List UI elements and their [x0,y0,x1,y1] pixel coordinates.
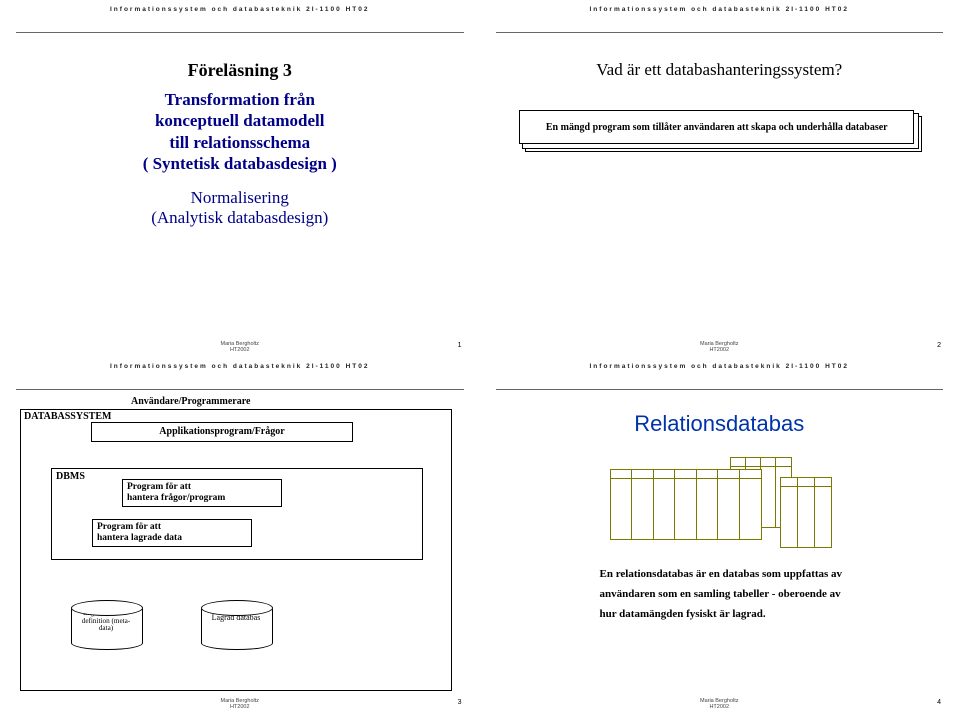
table-icon [610,469,762,540]
lecture-title: Föreläsning 3 [0,60,480,81]
databassystem-box: DATABASSYSTEM Användare/Programmerare Ap… [20,409,452,691]
header-rule [16,389,464,390]
slide-2-content: Vad är ett databashanteringssystem? En m… [480,60,959,144]
table-icon [780,477,832,548]
slide-4-title: Relationsdatabas [480,411,959,437]
cylinder-database: Lagrad databas [201,600,271,650]
course-header: Informationssystem och databasteknik 2I-… [0,6,480,13]
definition-box: En mängd program som tillåter användaren… [519,110,914,144]
program-data-handler: Program för att hantera lagrade data [92,519,252,547]
dbms-box: DBMS Program för att hantera frågor/prog… [51,468,423,560]
slide-4: Informationssystem och databasteknik 2I-… [480,357,959,714]
dbms-label: DBMS [56,471,85,482]
app-box: Applikationsprogram/Frågor [91,422,353,442]
slide-3: Informationssystem och databasteknik 2I-… [0,357,480,714]
course-header: Informationssystem och databasteknik 2I-… [0,363,480,370]
slide-footer: Maria Bergholtz HT2002 [480,698,959,710]
header-rule [496,389,944,390]
header-rule [16,32,464,33]
header-rule [496,32,944,33]
slide-number: 3 [458,699,462,706]
slide-number: 1 [458,342,462,349]
slide-2-title: Vad är ett databashanteringssystem? [480,60,959,80]
slide-number: 4 [937,699,941,706]
slide-footer: Maria Bergholtz HT2002 [480,341,959,353]
slide-2: Informationssystem och databasteknik 2I-… [480,0,959,357]
course-header: Informationssystem och databasteknik 2I-… [480,363,959,370]
slide-4-body: En relationsdatabas är en databas som up… [600,565,920,624]
cylinder-metadata: Lagrad databas- definition (meta- data) [71,600,141,650]
definition-box-wrap: En mängd program som tillåter användaren… [519,110,919,144]
slide-footer: Maria Bergholtz HT2002 [0,698,480,710]
slide-1: Informationssystem och databasteknik 2I-… [0,0,480,357]
course-header: Informationssystem och databasteknik 2I-… [480,6,959,13]
lecture-subtitle: Transformation från konceptuell datamode… [0,89,480,174]
program-query-handler: Program för att hantera frågor/program [122,479,282,507]
lecture-extra: Normalisering (Analytisk databasdesign) [0,188,480,228]
users-label: Användare/Programmerare [131,396,250,407]
databassystem-label: DATABASSYSTEM [24,411,111,422]
slide-number: 2 [937,342,941,349]
slide-footer: Maria Bergholtz HT2002 [0,341,480,353]
slide-1-content: Föreläsning 3 Transformation från koncep… [0,60,480,228]
